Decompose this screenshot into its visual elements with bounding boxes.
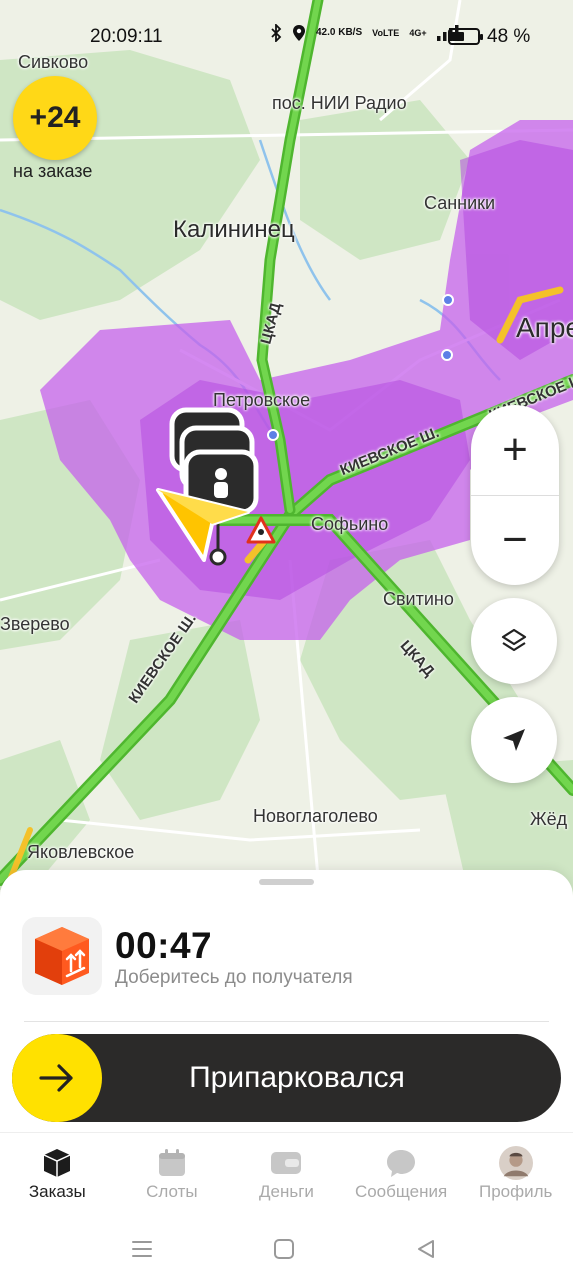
battery-icon [448,28,483,45]
signal-generation: 4G+ [409,28,427,38]
divider [24,1021,549,1022]
battery-percent: 48 % [487,26,531,47]
parcel-box-icon [35,927,89,985]
back-button[interactable] [411,1234,441,1264]
slide-knob[interactable] [12,1034,102,1122]
navigation-arrow-icon [503,729,525,751]
chat-bubble-icon [384,1146,418,1180]
recent-apps-button[interactable] [127,1234,157,1264]
tab-slots-label: Слоты [146,1182,198,1201]
delivery-instruction: Доберитесь до получателя [115,967,353,988]
tab-money-label: Деньги [259,1182,314,1201]
battery-level [452,32,464,41]
map-label-petrovskoe: Петровское [213,390,311,410]
parked-label: Припарковался [189,1061,405,1094]
avatar-icon [498,1146,533,1180]
bluetooth-icon [271,24,282,42]
parked-slide-button[interactable]: Припарковался [12,1034,561,1122]
map-label-sanniki: Санники [424,193,496,213]
map-label-aprelevka: Апре [516,312,573,343]
map-label-zhedochi: Жёд [530,809,568,829]
bonus-badge[interactable]: +24 [13,76,97,160]
tab-money[interactable]: Деньги [229,1142,344,1212]
layers-button[interactable] [471,598,557,684]
map-label-sofyino: Софьино [311,514,389,534]
parcel-icon-container [22,917,102,995]
zoom-out-button[interactable]: − [471,495,559,585]
bonus-badge-label: на заказе [13,161,93,181]
menu-lines-icon [132,1241,152,1257]
location-icon [293,25,305,41]
tab-messages[interactable]: Сообщения [344,1142,459,1212]
my-location-button[interactable] [471,697,557,783]
status-icons: 42.0 KB/S VoLTE 4G+ [270,24,459,42]
map-label-svitino: Свитино [383,589,454,609]
tab-orders-label: Заказы [28,1182,86,1201]
tabbar-divider [0,1132,573,1133]
system-nav-bar [0,1228,573,1280]
zoom-in-button[interactable]: + [471,405,559,495]
tab-profile-label: Профиль [478,1182,553,1201]
tab-messages-label: Сообщения [354,1182,448,1201]
arrow-right-icon [39,1064,73,1092]
tab-slots[interactable]: Слоты [115,1142,230,1212]
layers-icon [501,628,527,652]
home-button[interactable] [269,1234,299,1264]
order-bottom-sheet: 00:47 Доберитесь до получателя Припарков… [0,870,573,1280]
home-square-icon [274,1239,294,1259]
map-label-kalininets: Калининец [173,216,295,243]
status-bar: 20:09:11 42.0 KB/S VoLTE 4G+ 48 % [0,0,573,72]
tab-orders[interactable]: Заказы [0,1142,115,1212]
map-label-zverevo: Зверево [0,614,70,634]
zoom-control: + − [471,405,559,585]
map-label-nii-radio: пос. НИИ Радио [272,93,407,113]
map-label-novoglagolevo: Новоглаголево [253,806,378,826]
map-label-yakovlevskoe: Яковлевское [27,842,135,862]
orders-box-icon [40,1146,74,1180]
status-time: 20:09:11 [90,26,163,47]
tab-profile[interactable]: Профиль [458,1142,573,1212]
calendar-icon [155,1146,189,1180]
volte-indicator: VoLTE [372,28,400,38]
back-triangle-icon [418,1240,434,1258]
wallet-icon [269,1146,303,1180]
sheet-drag-handle[interactable] [259,879,314,885]
delivery-timer: 00:47 [115,925,213,966]
bottom-tab-bar: Заказы Слоты Деньги Сообщения Профиль [0,1142,573,1212]
network-speed: 42.0 KB/S [316,27,363,38]
